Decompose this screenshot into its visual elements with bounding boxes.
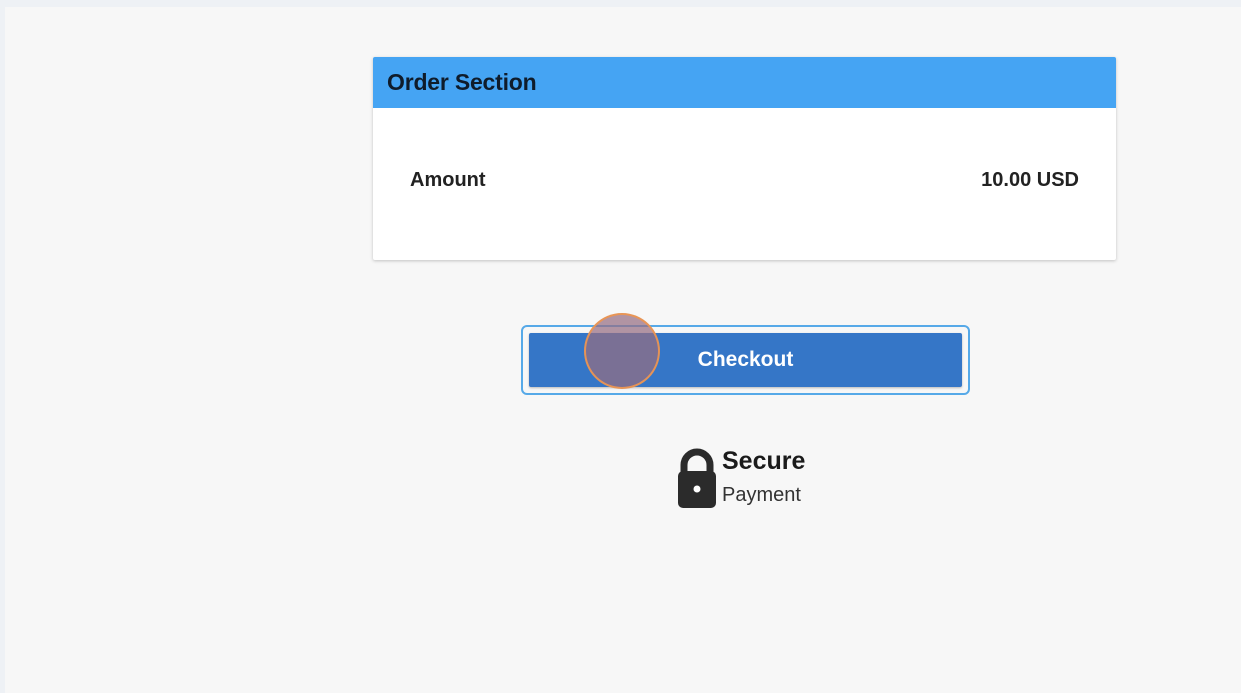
left-divider	[0, 0, 5, 693]
secure-subtitle: Payment	[722, 484, 801, 506]
top-divider	[0, 0, 1241, 7]
amount-label: Amount	[410, 169, 486, 191]
amount-value: 10.00 USD	[981, 169, 1079, 191]
secure-title: Secure	[722, 447, 806, 475]
order-section-title: Order Section	[387, 69, 537, 95]
checkout-focus-ring: Checkout	[521, 325, 970, 395]
secure-payment-badge: Secure Payment	[677, 445, 827, 510]
order-section-card: Order Section Amount 10.00 USD	[373, 57, 1116, 260]
order-section-header: Order Section	[373, 57, 1116, 108]
lock-icon	[678, 448, 716, 508]
checkout-button[interactable]: Checkout	[529, 333, 962, 387]
amount-row: Amount 10.00 USD	[410, 169, 1079, 192]
